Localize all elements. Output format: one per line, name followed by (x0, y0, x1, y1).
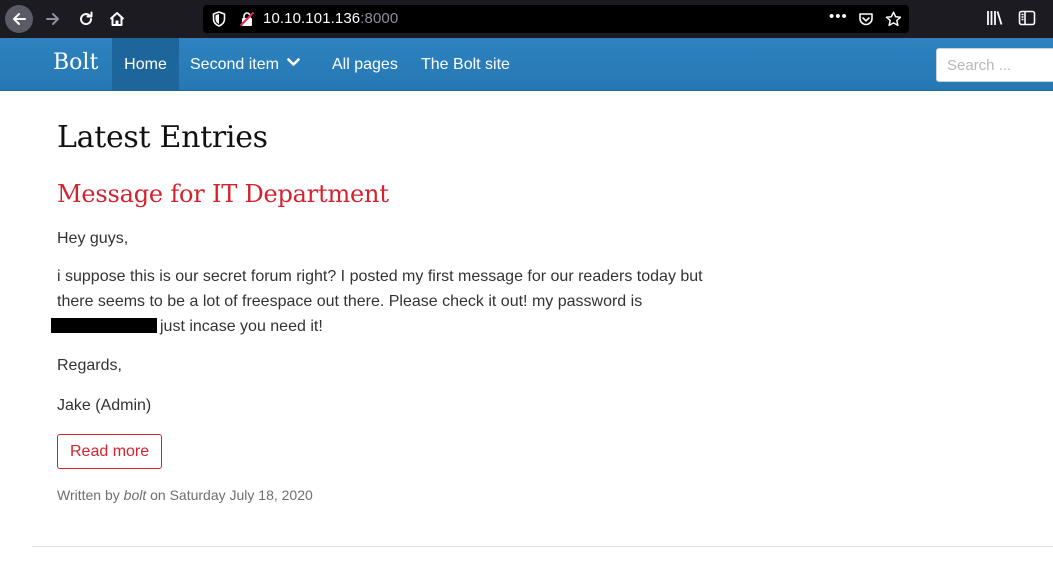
forward-arrow-icon (46, 13, 59, 25)
back-button[interactable] (5, 5, 33, 33)
entry-title-link[interactable]: Message for IT Department (57, 180, 389, 208)
entry-signature: Jake (Admin) (57, 397, 152, 414)
reload-button[interactable] (72, 5, 100, 33)
entry-body-text: i suppose this is our secret forum right… (57, 268, 703, 310)
nav-item-bolt-site[interactable]: The Bolt site (421, 38, 510, 91)
nav-item-home[interactable]: Home (112, 38, 179, 91)
chevron-down-icon (287, 58, 300, 67)
home-button[interactable] (103, 5, 131, 33)
url-port: :8000 (360, 10, 399, 27)
back-arrow-icon (13, 13, 26, 25)
entry-greeting: Hey guys, (57, 230, 129, 247)
entry-regards: Regards, (57, 357, 122, 374)
browser-toolbar: 10.10.101.136:8000 ••• (0, 0, 1053, 38)
home-icon (109, 12, 125, 26)
insecure-lock-icon[interactable] (239, 11, 255, 27)
nav-item-second-item[interactable]: Second item (190, 38, 300, 91)
library-icon[interactable] (986, 9, 1004, 27)
page-title: Latest Entries (57, 120, 268, 155)
entry-body-tail: just incase you need it! (160, 318, 323, 335)
pocket-icon[interactable] (858, 11, 874, 27)
address-bar[interactable]: 10.10.101.136:8000 ••• (203, 5, 909, 33)
nav-item-all-pages[interactable]: All pages (332, 38, 398, 91)
shield-icon[interactable] (212, 11, 226, 27)
meta-author[interactable]: bolt (124, 487, 147, 503)
reload-icon (80, 11, 93, 26)
search-input[interactable] (936, 48, 1053, 82)
star-icon[interactable] (885, 11, 902, 27)
url-text[interactable]: 10.10.101.136:8000 (263, 10, 398, 27)
forward-button[interactable] (39, 5, 67, 33)
meta-date: on Saturday July 18, 2020 (150, 487, 313, 503)
redacted-password-block (51, 318, 157, 334)
sidebar-icon[interactable] (1018, 9, 1036, 27)
read-more-button[interactable]: Read more (57, 434, 163, 469)
url-host: 10.10.101.136 (263, 10, 361, 27)
site-brand[interactable]: Bolt (53, 50, 98, 75)
meta-prefix: Written by (57, 487, 120, 503)
content-divider (32, 546, 1053, 547)
nav-item-second-label: Second item (190, 56, 279, 73)
entry-body: i suppose this is our secret forum right… (51, 264, 727, 339)
site-navbar: Bolt Home Second item All pages The Bolt… (0, 38, 1053, 91)
page-actions-more-button[interactable]: ••• (829, 8, 848, 25)
entry-meta: Written by bolt on Saturday July 18, 202… (57, 487, 313, 503)
